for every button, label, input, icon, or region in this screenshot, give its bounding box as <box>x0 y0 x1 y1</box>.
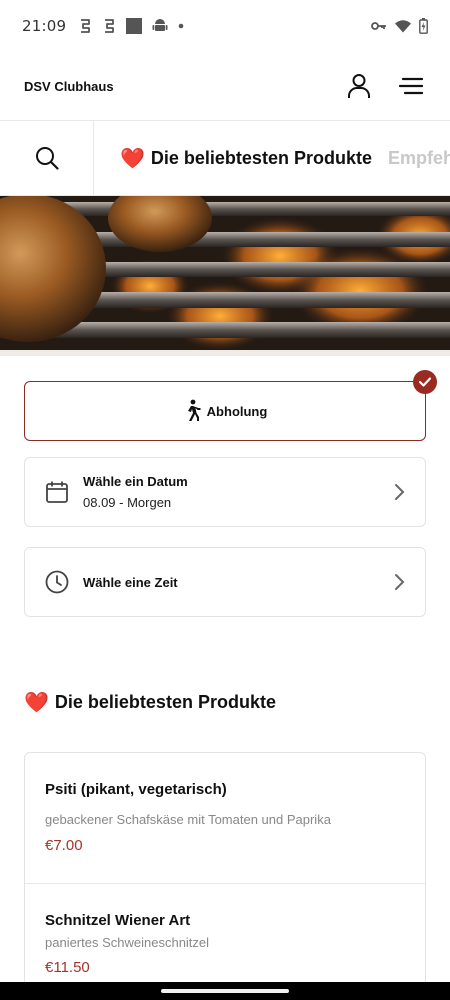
search-icon <box>35 147 59 170</box>
app-header: DSV Clubhaus <box>0 52 450 120</box>
chevron-right-icon <box>395 484 405 500</box>
clock-icon <box>45 570 69 594</box>
wifi-icon <box>395 20 411 33</box>
navigation-bar <box>0 982 450 1000</box>
product-item[interactable]: Schnitzel Wiener Art paniertes Schweines… <box>25 884 425 976</box>
app-title: DSV Clubhaus <box>24 78 114 94</box>
category-tabs: ❤️ Die beliebtesten Produkte Empfehlunge… <box>94 146 450 171</box>
selected-check-icon <box>413 370 437 394</box>
nfc-icon <box>105 19 115 33</box>
product-price: €11.50 <box>45 959 90 976</box>
grill-illustration <box>0 196 450 356</box>
section-title: ❤️ Die beliebtesten Produkte <box>24 690 276 715</box>
tab-label: Empfehlungen <box>387 147 450 168</box>
status-notification-icons <box>78 18 184 34</box>
battery-icon <box>419 18 428 34</box>
heart-icon: ❤️ <box>24 692 49 714</box>
menu-icon <box>399 77 423 95</box>
dot-icon <box>178 23 184 29</box>
product-description: gebackener Schafskäse mit Tomaten und Pa… <box>45 812 331 827</box>
status-system-icons <box>371 18 428 34</box>
account-button[interactable] <box>344 71 374 101</box>
date-value: 08.09 - Morgen <box>83 495 172 510</box>
time-title: Wähle eine Zeit <box>83 574 178 590</box>
product-description: paniertes Schweineschnitzel <box>45 935 210 950</box>
category-bar: ❤️ Die beliebtesten Produkte Empfehlunge… <box>0 120 450 196</box>
walking-icon <box>187 399 201 421</box>
heart-icon: ❤️ <box>120 147 145 170</box>
product-name: Schnitzel Wiener Art <box>45 912 191 929</box>
date-title: Wähle ein Datum <box>83 474 188 489</box>
section-title-label: Die beliebtesten Produkte <box>54 692 276 712</box>
pickup-option[interactable]: Abholung <box>24 370 437 441</box>
home-gesture-handle[interactable] <box>161 989 289 993</box>
nfc-icon <box>81 19 91 33</box>
status-bar: 21:09 <box>0 0 450 52</box>
pickup-label: Abholung <box>206 403 268 419</box>
calendar-icon <box>46 481 68 503</box>
product-name: Psiti (pikant, vegetarisch) <box>45 781 227 798</box>
product-price: €7.00 <box>45 837 83 854</box>
vpn-key-icon <box>371 22 386 30</box>
user-icon <box>348 74 370 98</box>
tab-recommendations[interactable]: Empfehlungen <box>388 148 450 169</box>
menu-button[interactable] <box>396 71 426 101</box>
tab-most-popular[interactable]: ❤️ Die beliebtesten Produkte <box>120 146 372 171</box>
header-actions <box>344 71 426 101</box>
android-icon <box>152 19 168 31</box>
search-button[interactable] <box>0 121 94 195</box>
time-selector[interactable]: Wähle eine Zeit <box>24 547 426 617</box>
product-list: Psiti (pikant, vegetarisch) gebackener S… <box>24 752 426 1000</box>
tab-label: Die beliebtesten Produkte <box>150 147 372 168</box>
hero-image <box>0 196 450 356</box>
square-icon <box>126 18 143 34</box>
chevron-right-icon <box>395 574 405 590</box>
product-item[interactable]: Psiti (pikant, vegetarisch) gebackener S… <box>25 753 425 884</box>
date-selector[interactable]: Wähle ein Datum 08.09 - Morgen <box>24 457 426 527</box>
status-time: 21:09 <box>22 17 67 35</box>
